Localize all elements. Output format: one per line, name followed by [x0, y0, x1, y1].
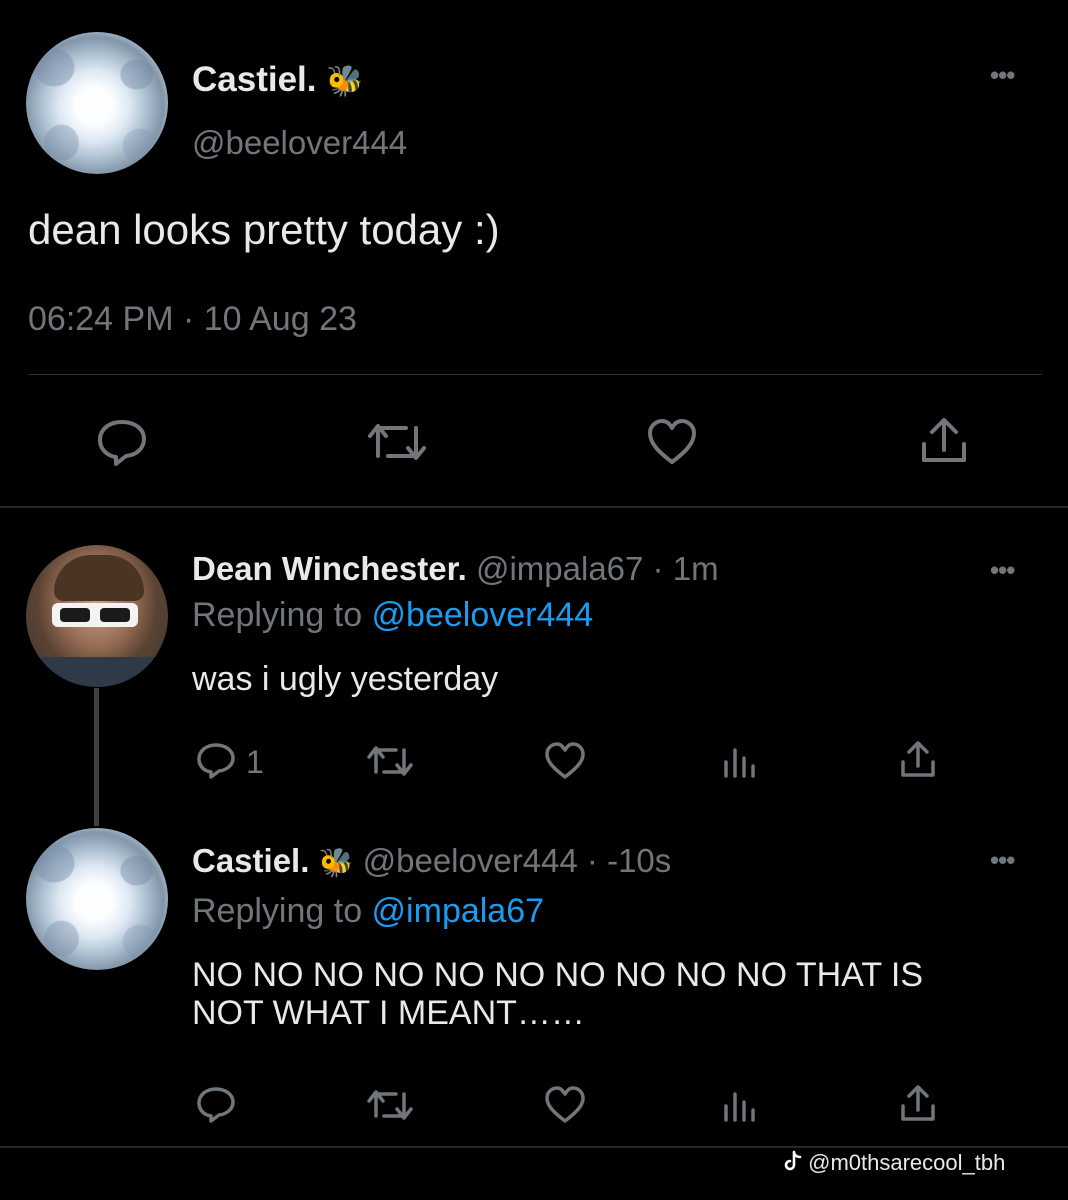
reply-icon[interactable]: [196, 1086, 236, 1124]
more-icon[interactable]: •••: [990, 60, 1015, 91]
tweet-text-line: NO NO NO NO NO NO NO NO NO NO THAT IS: [192, 956, 924, 994]
sunglasses: [52, 603, 138, 627]
tweet-text-line: NOT WHAT I MEANT……: [192, 994, 585, 1032]
author-handle[interactable]: @beelover444: [192, 124, 407, 162]
reply-count: 1: [246, 744, 264, 780]
tweet-text: dean looks pretty today :): [28, 206, 500, 253]
reply-header: Castiel. 🐝 @beelover444 · -10s: [192, 842, 671, 880]
replying-to: Replying to @impala67: [192, 892, 545, 930]
tweet-timestamp[interactable]: 06:24 PM · 10 Aug 23: [28, 300, 357, 339]
bee-emoji: 🐝: [318, 847, 354, 878]
author-name[interactable]: Castiel.: [192, 842, 309, 879]
like-icon[interactable]: [646, 418, 698, 466]
share-icon[interactable]: [898, 1084, 938, 1124]
like-icon[interactable]: [544, 742, 586, 780]
replying-handle-link[interactable]: @impala67: [372, 892, 545, 930]
avatar[interactable]: [26, 828, 168, 970]
views-icon[interactable]: [722, 1088, 758, 1122]
tweet-text: NO NO NO NO NO NO NO NO NO NO THAT IS NO…: [192, 956, 923, 1032]
reply-icon[interactable]: [196, 742, 236, 780]
watermark: @m0thsarecool_tbh: [784, 1150, 1005, 1178]
avatar[interactable]: [26, 32, 168, 174]
divider: [0, 506, 1068, 508]
author-handle-time[interactable]: @beelover444 · -10s: [363, 842, 672, 879]
thread-line: [94, 688, 99, 826]
share-icon[interactable]: [918, 416, 970, 466]
like-icon[interactable]: [544, 1086, 586, 1124]
more-icon[interactable]: •••: [990, 555, 1015, 586]
retweet-icon[interactable]: [366, 744, 414, 778]
more-icon[interactable]: •••: [990, 845, 1015, 876]
tiktok-icon: [784, 1150, 802, 1178]
retweet-icon[interactable]: [366, 1088, 414, 1122]
author-name[interactable]: Dean Winchester.: [192, 550, 467, 587]
reply-header: Dean Winchester. @impala67 · 1m: [192, 550, 719, 588]
retweet-icon[interactable]: [366, 420, 428, 464]
replying-to: Replying to @beelover444: [192, 596, 594, 634]
replying-handle-link[interactable]: @beelover444: [372, 596, 594, 634]
views-icon[interactable]: [722, 744, 758, 778]
divider: [28, 374, 1042, 375]
avatar[interactable]: [26, 545, 168, 687]
bee-emoji: 🐝: [326, 65, 364, 98]
share-icon[interactable]: [898, 740, 938, 780]
author-name[interactable]: Castiel. 🐝: [192, 60, 364, 100]
divider: [0, 1146, 1068, 1148]
reply-icon[interactable]: [96, 418, 148, 466]
tweet-text: was i ugly yesterday: [192, 660, 499, 698]
author-handle-time[interactable]: @impala67 · 1m: [476, 550, 719, 587]
